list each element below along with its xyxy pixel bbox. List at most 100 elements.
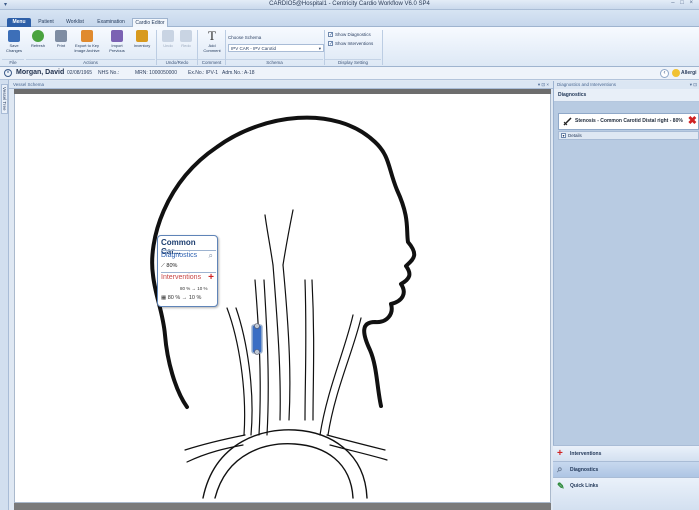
patient-exam-no: Ex.No.: IPV-1 <box>188 70 219 76</box>
refresh-icon <box>32 30 44 42</box>
tab-vessel-tree[interactable]: Vessel Tree <box>1 84 8 114</box>
panel-controls[interactable]: ▾ ⊡ <box>690 81 697 89</box>
text-icon: T <box>208 28 216 43</box>
chevron-down-icon: ▾ <box>318 46 321 51</box>
tab-examination[interactable]: Examination <box>94 18 128 27</box>
popup-intervention-detail: ▦ 80 % → 10 % <box>161 295 202 301</box>
left-tab-strip: Vessel Tree <box>0 80 9 510</box>
details-label: Details <box>568 133 582 138</box>
vessel-common-carotid <box>272 264 291 421</box>
panel-controls[interactable]: ▾ ⊡ × <box>538 81 549 89</box>
stenosis-icon <box>563 117 572 126</box>
aortic-arch-inner <box>214 443 354 499</box>
vessel-right-outer <box>319 314 362 436</box>
vessel-schema-header: Vessel Schema ▾ ⊡ × <box>9 81 553 89</box>
vessel-info-popup[interactable]: Common Car... Diagnostics ⌕ ⟋ 80% Interv… <box>157 235 218 307</box>
popup-interventions-label[interactable]: Interventions <box>161 274 201 281</box>
diagnostics-section-title: Diagnostics <box>554 89 699 102</box>
refresh-button[interactable]: Refresh <box>27 30 49 58</box>
vessel-schema-title: Vessel Schema <box>13 82 45 87</box>
window-controls[interactable]: – □ × <box>671 0 695 6</box>
show-interventions-checkbox[interactable]: ✓ Show Interventions <box>328 41 373 48</box>
vessel-left-outer <box>226 307 253 436</box>
group-label-display-setting: Display Setting <box>325 59 381 66</box>
patient-nhs: NHS No.: <box>98 70 120 76</box>
search-icon[interactable]: ⌕ <box>209 251 213 261</box>
import-icon <box>111 30 123 42</box>
popup-intervention-value: 80 % → 10 % <box>180 286 208 291</box>
vessel-left-mid <box>254 279 269 436</box>
patient-dob: 02/08/1965 <box>67 70 93 76</box>
export-icon <box>81 30 93 42</box>
canvas-top-strip <box>14 89 551 94</box>
print-button[interactable]: Print <box>50 30 72 58</box>
stenosis-handle-top <box>254 323 260 329</box>
delete-icon[interactable]: ✖ <box>688 116 697 127</box>
tab-menu[interactable]: Menu <box>7 18 31 27</box>
schema-select-value: IPV CAR - IPV Carotid <box>231 46 277 51</box>
undo-button[interactable]: Undo <box>159 30 177 58</box>
print-icon <box>55 30 67 42</box>
nav-diagnostics[interactable]: ⌕ Diagnostics <box>553 461 699 477</box>
inventory-icon <box>136 30 148 42</box>
plus-icon: + <box>557 448 563 459</box>
group-label-comment: Comment <box>198 59 225 66</box>
allergy-icon <box>672 69 680 77</box>
vessel-right-mid <box>304 279 315 421</box>
group-label-schema: Schema <box>226 59 323 66</box>
stenosis-handle-bottom <box>254 349 260 355</box>
undo-icon <box>162 30 174 42</box>
allergy-label[interactable]: Allergi <box>681 70 697 76</box>
expand-icon: ▾ <box>561 133 566 138</box>
checkbox-checked-icon: ✓ <box>328 32 334 39</box>
search-icon: ⌕ <box>557 464 563 475</box>
tab-patient[interactable]: Patient <box>35 18 57 27</box>
save-icon <box>8 30 20 42</box>
choose-schema-label: Choose Schema <box>228 35 262 40</box>
subclavian-left <box>184 434 246 463</box>
add-comment-button[interactable]: T Add Comment <box>200 28 224 58</box>
show-diagnostics-checkbox[interactable]: ✓ Show Diagnostics <box>328 32 371 39</box>
vessel-bifurcation <box>264 209 294 266</box>
patient-adm-no: Adm.No.: A-18 <box>222 70 255 76</box>
quick-links-icon: ✎ <box>557 481 565 491</box>
collapse-icon[interactable]: ˅ <box>4 69 12 77</box>
group-label-file: File <box>2 59 24 66</box>
save-changes-button[interactable]: Save Changes <box>3 30 25 58</box>
ribbon-separator <box>382 30 383 65</box>
vessel-schema-canvas[interactable] <box>14 89 551 503</box>
subclavian-right <box>326 434 388 461</box>
redo-button[interactable]: Redo <box>177 30 195 58</box>
tab-worklist[interactable]: Worklist <box>61 18 89 27</box>
nav-back-icon[interactable]: ‹ <box>660 69 669 78</box>
patient-mrn: MRN: 1000050000 <box>135 70 177 76</box>
redo-icon <box>180 30 192 42</box>
export-key-image-button[interactable]: Export to Key Image Archive <box>73 30 101 58</box>
right-panel-header: Diagnostics and Interventions ▾ ⊡ <box>554 81 699 89</box>
group-label-undo-redo: Undo/Redo <box>157 59 197 66</box>
canvas-bottom-strip <box>14 503 551 510</box>
aortic-arch <box>202 429 368 499</box>
ribbon-tabs: Menu Patient Worklist Examination Cardio… <box>0 10 699 27</box>
inventory-button[interactable]: Inventory <box>131 30 153 58</box>
schema-select[interactable]: IPV CAR - IPV Carotid ▾ <box>228 44 324 52</box>
diagnostic-list-item[interactable]: Stenosis - Common Carotid Distal right -… <box>558 113 699 130</box>
checkbox-checked-icon: ✓ <box>328 41 334 48</box>
patient-name: Morgan, David <box>16 69 65 76</box>
title-bar: ▾ CARDIO5@Hospital1 - Centricity Cardio … <box>0 0 699 10</box>
nav-interventions[interactable]: + Interventions <box>553 445 699 461</box>
patient-bar: ˅ Morgan, David 02/08/1965 NHS No.: MRN:… <box>0 67 699 80</box>
popup-diagnostic-value: ⟋ 80% <box>161 263 178 269</box>
right-panel-title: Diagnostics and Interventions <box>557 82 617 87</box>
tab-cardio-editor[interactable]: Cardio Editor <box>132 18 168 27</box>
add-intervention-icon[interactable]: + <box>208 272 214 283</box>
stenosis-marker <box>251 324 263 354</box>
import-previous-button[interactable]: Import Previous <box>106 30 128 58</box>
diagnostic-item-label: Stenosis - Common Carotid Distal right -… <box>575 118 683 124</box>
vessel-schema-drawing <box>150 115 417 499</box>
stent-icon: ▦ <box>161 295 168 301</box>
group-label-actions: Actions <box>26 59 155 66</box>
popup-diagnostics-label[interactable]: Diagnostics <box>161 252 197 259</box>
nav-quick-links[interactable]: ✎ Quick Links <box>553 477 699 510</box>
details-expander[interactable]: ▾ Details <box>558 131 699 140</box>
